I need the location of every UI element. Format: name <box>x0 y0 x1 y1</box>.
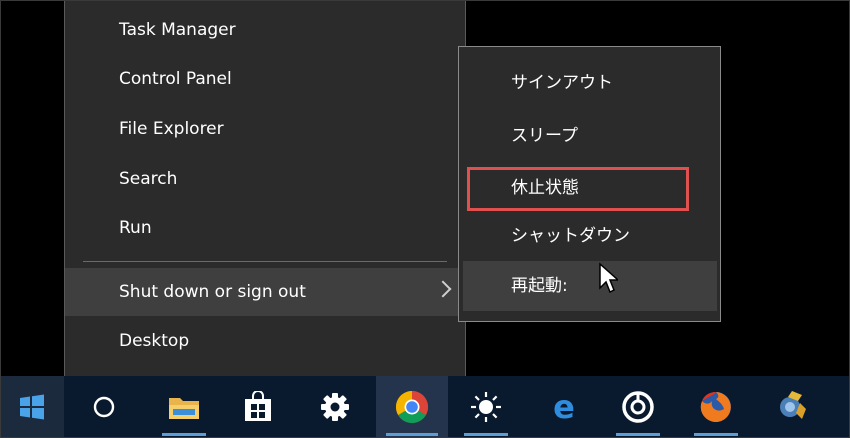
groove-icon <box>622 391 654 423</box>
running-indicator <box>162 433 206 436</box>
settings-icon <box>321 393 349 421</box>
start-button[interactable] <box>0 376 64 438</box>
submenu-item-sleep[interactable]: スリープ <box>459 111 720 161</box>
menu-item-shut-down-or-sign-out[interactable]: Shut down or sign out <box>65 268 465 316</box>
cortana-icon <box>93 396 115 418</box>
brightness-button[interactable] <box>454 376 518 438</box>
winx-menu: Task Manager Control Panel File Explorer… <box>64 0 466 381</box>
submenu-item-label: スリープ <box>511 126 578 146</box>
store-button[interactable] <box>226 376 290 438</box>
menu-item-label: Shut down or sign out <box>119 282 306 302</box>
store-icon <box>245 391 271 421</box>
menu-item-label: Task Manager <box>119 20 236 40</box>
menu-item-control-panel[interactable]: Control Panel <box>65 55 465 103</box>
file-explorer-button[interactable] <box>152 376 216 438</box>
svg-text:e: e <box>553 391 575 423</box>
menu-item-run[interactable]: Run <box>65 204 465 252</box>
running-indicator <box>616 433 660 436</box>
edge-button[interactable]: e <box>532 376 596 438</box>
mouse-cursor-icon <box>599 262 618 294</box>
submenu-item-label: シャットダウン <box>511 226 630 246</box>
menu-separator <box>83 261 447 262</box>
windows-start-icon <box>20 394 44 420</box>
menu-item-label: Run <box>119 218 152 238</box>
menu-item-search[interactable]: Search <box>65 155 465 203</box>
submenu-item-label: 再起動: <box>511 276 568 296</box>
firefox-icon <box>700 392 731 422</box>
app-button[interactable] <box>760 376 824 438</box>
running-indicator <box>464 433 508 436</box>
running-indicator <box>694 433 738 436</box>
submenu-item-label: サインアウト <box>511 73 613 93</box>
groove-button[interactable] <box>606 376 670 438</box>
hibernate-highlight-box <box>467 167 689 211</box>
running-indicator <box>386 433 438 436</box>
submenu-item-restart[interactable]: 再起動: <box>463 261 717 311</box>
chevron-right-icon <box>434 280 452 298</box>
settings-button[interactable] <box>303 376 367 438</box>
firefox-button[interactable] <box>684 376 748 438</box>
menu-item-label: Desktop <box>119 331 190 351</box>
menu-item-label: Control Panel <box>119 69 232 89</box>
chrome-icon <box>395 390 429 424</box>
menu-item-label: File Explorer <box>119 119 224 139</box>
menu-item-task-manager[interactable]: Task Manager <box>65 6 465 54</box>
submenu-item-shut-down[interactable]: シャットダウン <box>459 211 720 261</box>
brightness-icon <box>471 392 501 422</box>
menu-item-label: Search <box>119 169 178 189</box>
taskbar: e <box>0 376 850 438</box>
menu-item-file-explorer[interactable]: File Explorer <box>65 105 465 153</box>
cortana-button[interactable] <box>72 376 136 438</box>
app-icon <box>780 391 806 419</box>
file-explorer-icon <box>169 398 199 419</box>
submenu-item-sign-out[interactable]: サインアウト <box>459 58 720 108</box>
menu-item-desktop[interactable]: Desktop <box>65 317 465 365</box>
chrome-button[interactable] <box>376 376 448 438</box>
edge-icon: e <box>553 391 575 423</box>
